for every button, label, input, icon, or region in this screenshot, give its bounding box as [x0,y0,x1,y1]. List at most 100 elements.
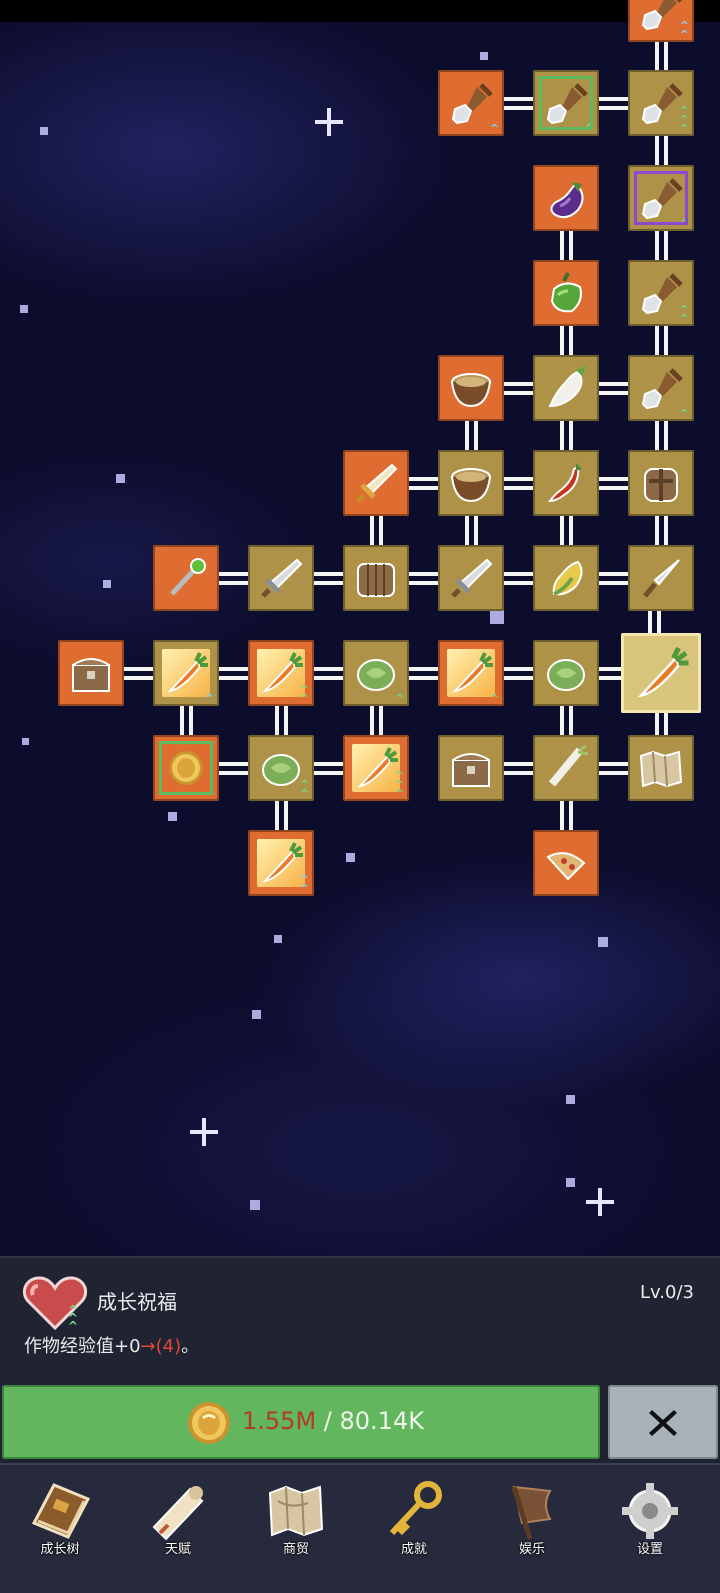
skill-node-bowl-a[interactable] [438,355,504,421]
skill-node-chili[interactable] [533,450,599,516]
star [250,1200,260,1210]
close-button[interactable] [608,1385,718,1459]
star [20,305,28,313]
bowl-icon [451,468,491,503]
skill-node-sword-a[interactable] [248,545,314,611]
star [490,610,504,624]
upgrade-arrows-icon: ^ ^ ^ [394,769,404,800]
flag-icon [511,1485,552,1540]
treasure-chest-icon [72,658,110,692]
skill-node-sword-b[interactable] [438,545,504,611]
skill-node-carrot-e[interactable]: ^ ^ [248,830,314,896]
cabbage-icon [357,659,395,691]
skill-node-golden-sword[interactable] [343,450,409,516]
tab-label: 天赋 [164,1542,191,1557]
skill-node-staff[interactable] [153,545,219,611]
upgrade-arrows-icon: ^ [394,692,404,705]
sword-icon [451,558,493,598]
tab-entertainment[interactable]: 娱乐 [472,1465,592,1593]
tab-label: 设置 [636,1542,663,1557]
star [103,580,111,588]
tab-trade[interactable]: 商贸 [236,1465,356,1593]
skill-node-bowl-b[interactable] [438,450,504,516]
radish-icon [548,366,586,408]
leek-icon [548,744,589,787]
skill-node-pepper[interactable] [533,260,599,326]
desc-arrow: → [140,1336,156,1357]
skill-node-chest-a[interactable] [58,640,124,706]
eggplant-icon [550,182,584,219]
skill-node-cabbage-a[interactable]: ^ [343,640,409,706]
tab-settings[interactable]: 设置 [590,1465,710,1593]
skill-node-coin[interactable] [153,735,219,801]
skill-node-pizza[interactable] [533,830,599,896]
skill-node-carrot-a[interactable]: ^ [153,640,219,706]
skill-node-shovel-b[interactable]: ^ ^ ^ [628,70,694,136]
skill-node-shovel-d[interactable]: ^ [628,355,694,421]
gold-coin-icon [169,751,203,785]
crate-icon [357,563,395,597]
skill-node-shovel-special-purple[interactable]: ^ [628,165,694,231]
skill-node-backpack[interactable] [628,450,694,516]
skill-node-dagger[interactable] [628,545,694,611]
skill-node-leek[interactable] [533,735,599,801]
star [346,853,355,862]
desc-suffix: 。 [181,1336,200,1357]
cabbage-icon [547,659,585,691]
skill-node-shovel-top[interactable]: ^ ^ [628,0,694,42]
skill-node-cabbage-c[interactable]: ^ ^ [248,735,314,801]
skill-node-map[interactable] [628,735,694,801]
shovel-icon [641,0,682,31]
tab-growth-tree[interactable]: 成长树 [0,1465,120,1593]
tab-label: 娱乐 [518,1542,545,1557]
skill-node-shovel-a[interactable]: ^ [438,70,504,136]
skill-node-crate[interactable] [343,545,409,611]
tab-label: 成长树 [40,1542,80,1557]
sword-icon [261,558,303,598]
treasure-chest-icon [452,753,490,787]
bowl-icon [451,373,491,408]
status-bar [0,0,720,22]
skill-node-carrot-selected[interactable] [621,633,701,713]
skill-node-carrot-b[interactable]: ^ ^ [248,640,314,706]
tab-achievements[interactable]: 成就 [354,1465,474,1593]
heart-icon: ^ ^ ^ [23,1276,87,1332]
upgrade-arrows-icon: ^ ^ [679,19,689,41]
golden-sword-icon [356,463,398,503]
twinkle-star [586,1188,614,1216]
cabbage-icon [262,754,300,786]
upgrade-arrows-icon: ^ [489,692,499,705]
star [274,935,282,943]
skill-node-carrot-c[interactable]: ^ [438,640,504,706]
shovel-icon [546,83,588,125]
skill-node-chest-b[interactable] [438,735,504,801]
star [116,474,125,483]
skill-title: 成长祝福 [97,1290,177,1314]
skill-node-radish[interactable] [533,355,599,421]
star [168,812,177,821]
skill-node-corn[interactable] [533,545,599,611]
tab-label: 成就 [400,1542,427,1557]
scroll-icon [152,1486,204,1541]
chili-icon [548,463,582,503]
purchase-bar: 1.55M / 80.14K [0,1383,720,1463]
bottom-navigation: 成长树 天赋 商贸 成就 娱乐 设置 [0,1463,720,1593]
shovel-icon [641,273,683,315]
cost-separator: / [316,1407,340,1435]
skill-node-shovel-special-red[interactable]: ^ [533,70,599,136]
desc-next-value: (4) [155,1336,182,1357]
close-icon [649,1410,677,1436]
star [566,1095,575,1104]
gold-coin-icon [188,1402,230,1444]
desc-prefix: 作物经验值+0 [24,1336,141,1357]
skill-tree-canvas[interactable]: ^ ^ ^ ^ ^ ^ ^ ^ ^ ^ ^ ^ ^ ^ ^ ^ ^ ^ ^ ^ ^ ^ ^ [0,0,720,1256]
skill-node-cabbage-b[interactable] [533,640,599,706]
skill-node-carrot-d[interactable]: ^ ^ ^ [343,735,409,801]
star [40,127,48,135]
skill-node-shovel-c[interactable]: ^ ^ [628,260,694,326]
upgrade-arrows-icon: ^ ^ [299,683,309,705]
upgrade-button[interactable]: 1.55M / 80.14K [2,1385,600,1459]
tab-talent[interactable]: 天赋 [118,1465,238,1593]
skill-node-eggplant[interactable] [533,165,599,231]
cost-text: 1.55M / 80.14K [242,1407,424,1435]
